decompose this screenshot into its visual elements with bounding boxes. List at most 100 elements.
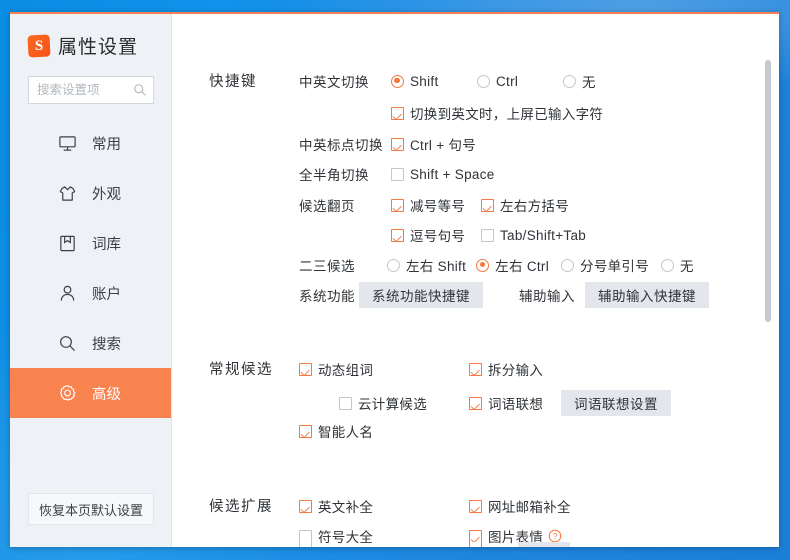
clipped-settings-button[interactable]: [518, 542, 570, 547]
checkbox-indicator-on: [391, 228, 404, 242]
checkbox-punct-ctrl-period[interactable]: Ctrl + 句号: [391, 134, 476, 154]
checkbox-indicator-on: [299, 362, 312, 376]
checkbox-label: Shift + Space: [410, 166, 495, 182]
radio-label: Shift: [410, 73, 439, 89]
row-width-switch: 全半角切换 Shift + Space: [299, 164, 495, 184]
row-candidate-ext-3-clipped: [299, 542, 570, 547]
logo-letter: S: [34, 37, 44, 53]
sidebar-item-appearance[interactable]: 外观: [10, 168, 171, 218]
sidebar-item-label: 高级: [92, 386, 121, 403]
radio-cn-en-shift[interactable]: Shift: [391, 74, 477, 89]
checkbox-split-input[interactable]: 拆分输入: [469, 359, 543, 379]
checkbox-indicator-off: [391, 167, 404, 181]
assist-input-label: 辅助输入: [519, 289, 575, 304]
assist-input-hotkey-button[interactable]: 辅助输入快捷键: [585, 282, 709, 308]
sidebar-nav: 常用 外观 词库 账户 搜索 高级: [10, 118, 171, 418]
sidebar-item-advanced[interactable]: 高级: [10, 368, 171, 418]
sidebar-item-account[interactable]: 账户: [10, 268, 171, 318]
system-func-label: 系统功能: [299, 289, 355, 304]
checkbox-label: 英文补全: [318, 500, 374, 515]
checkbox-page-turn-brackets[interactable]: 左右方括号: [481, 195, 569, 215]
width-switch-label: 全半角切换: [299, 168, 369, 183]
checkbox-indicator-on: [469, 529, 482, 543]
checkbox-clipped-left[interactable]: [299, 542, 469, 547]
sidebar-item-label: 搜索: [92, 336, 121, 353]
checkbox-dynamic-phrase[interactable]: 动态组词: [299, 359, 469, 379]
sidebar-item-label: 账户: [92, 286, 121, 303]
checkbox-smart-name[interactable]: 智能人名: [299, 421, 373, 441]
radio-cn-en-ctrl[interactable]: Ctrl: [477, 74, 563, 89]
search-box[interactable]: [28, 76, 154, 104]
reset-defaults-label: 恢复本页默认设置: [38, 502, 143, 518]
checkbox-label: Ctrl + 句号: [410, 138, 477, 153]
radio-second-third-semicolon[interactable]: 分号单引号: [561, 255, 649, 275]
checkbox-label: 智能人名: [318, 425, 374, 440]
search-input[interactable]: [37, 83, 133, 97]
checkbox-label: 逗号句号: [410, 229, 466, 244]
radio-label: 分号单引号: [580, 259, 650, 274]
checkbox-indicator-off: [299, 529, 312, 543]
sidebar-item-common[interactable]: 常用: [10, 118, 171, 168]
radio-indicator-off: [563, 74, 576, 88]
radio-cn-en-none[interactable]: 无: [563, 71, 596, 91]
checkbox-label: 云计算候选: [358, 397, 427, 412]
checkbox-indicator-on: [391, 106, 404, 120]
gear-icon: [59, 384, 76, 401]
word-association-settings-button[interactable]: 词语联想设置: [561, 390, 671, 416]
checkbox-url-email-completion[interactable]: 网址邮箱补全: [469, 496, 571, 516]
settings-scroll-area: 快捷键 中英文切换 Shift Ctrl 无 切换到英文时，上屏已输入字符 中英…: [173, 14, 779, 547]
sidebar: S 属性设置 常用: [10, 14, 172, 547]
monitor-icon: [59, 135, 76, 151]
checkbox-width-shift-space[interactable]: Shift + Space: [391, 167, 495, 182]
checkbox-indicator-on: [299, 424, 312, 438]
checkbox-label: 减号等号: [410, 199, 466, 214]
checkbox-commit-on-switch[interactable]: 切换到英文时，上屏已输入字符: [391, 103, 603, 123]
sogou-logo-icon: S: [27, 33, 51, 58]
row-page-turn-1: 候选翻页 减号等号 左右方括号: [299, 195, 569, 215]
radio-indicator-off: [661, 258, 675, 272]
checkbox-english-completion[interactable]: 英文补全: [299, 496, 469, 516]
reset-defaults-button[interactable]: 恢复本页默认设置: [28, 493, 154, 525]
checkbox-page-turn-minus-equal[interactable]: 减号等号: [391, 195, 481, 215]
book-icon: [60, 235, 75, 251]
radio-second-third-ctrl[interactable]: 左右 Ctrl: [476, 255, 549, 275]
checkbox-label: 词语联想: [488, 397, 544, 412]
sidebar-item-label: 词库: [92, 236, 121, 253]
settings-window: ? S 属性设置: [10, 12, 779, 547]
checkbox-page-turn-comma-period[interactable]: 逗号句号: [391, 225, 481, 245]
checkbox-label: 切换到英文时，上屏已输入字符: [410, 107, 604, 122]
row-second-third-candidate: 二三候选 左右 Shift 左右 Ctrl 分号单引号 无: [299, 255, 694, 275]
checkbox-word-association[interactable]: 词语联想: [469, 393, 561, 413]
checkbox-clipped-right[interactable]: [469, 542, 504, 547]
radio-label: 左右 Ctrl: [495, 259, 550, 274]
checkbox-indicator-on: [391, 137, 404, 151]
brand: S 属性设置: [10, 14, 171, 59]
scrollbar-thumb[interactable]: [765, 60, 771, 322]
radio-indicator-on: [391, 74, 404, 88]
shirt-icon: [59, 185, 76, 201]
radio-second-third-shift[interactable]: 左右 Shift: [387, 255, 466, 275]
row-normal-candidate-1: 动态组词 拆分输入: [299, 359, 543, 379]
checkbox-page-turn-tab[interactable]: Tab/Shift+Tab: [481, 228, 586, 243]
radio-label: Ctrl: [496, 73, 519, 89]
cn-en-switch-label: 中英文切换: [299, 75, 369, 90]
clipped-next-row: [173, 542, 779, 547]
row-punct-switch: 中英标点切换 Ctrl + 句号: [299, 134, 476, 154]
sidebar-item-dictionary[interactable]: 词库: [10, 218, 171, 268]
search-icon[interactable]: [133, 83, 147, 97]
sidebar-item-search[interactable]: 搜索: [10, 318, 171, 368]
search-icon: [60, 335, 75, 351]
system-function-hotkey-button[interactable]: 系统功能快捷键: [359, 282, 483, 308]
checkbox-label: 动态组词: [318, 363, 374, 378]
radio-label: 无: [582, 75, 596, 90]
page-title: 属性设置: [58, 37, 139, 58]
checkbox-indicator-on: [469, 396, 482, 410]
radio-indicator-off: [387, 258, 400, 272]
radio-second-third-none[interactable]: 无: [661, 255, 694, 275]
row-commit-on-switch: 切换到英文时，上屏已输入字符: [391, 103, 603, 123]
checkbox-indicator-off: [481, 228, 494, 242]
checkbox-label: 拆分输入: [488, 363, 544, 378]
checkbox-label: 网址邮箱补全: [488, 500, 571, 515]
help-circle-icon[interactable]: ?: [548, 529, 562, 543]
svg-text:?: ?: [553, 532, 558, 541]
